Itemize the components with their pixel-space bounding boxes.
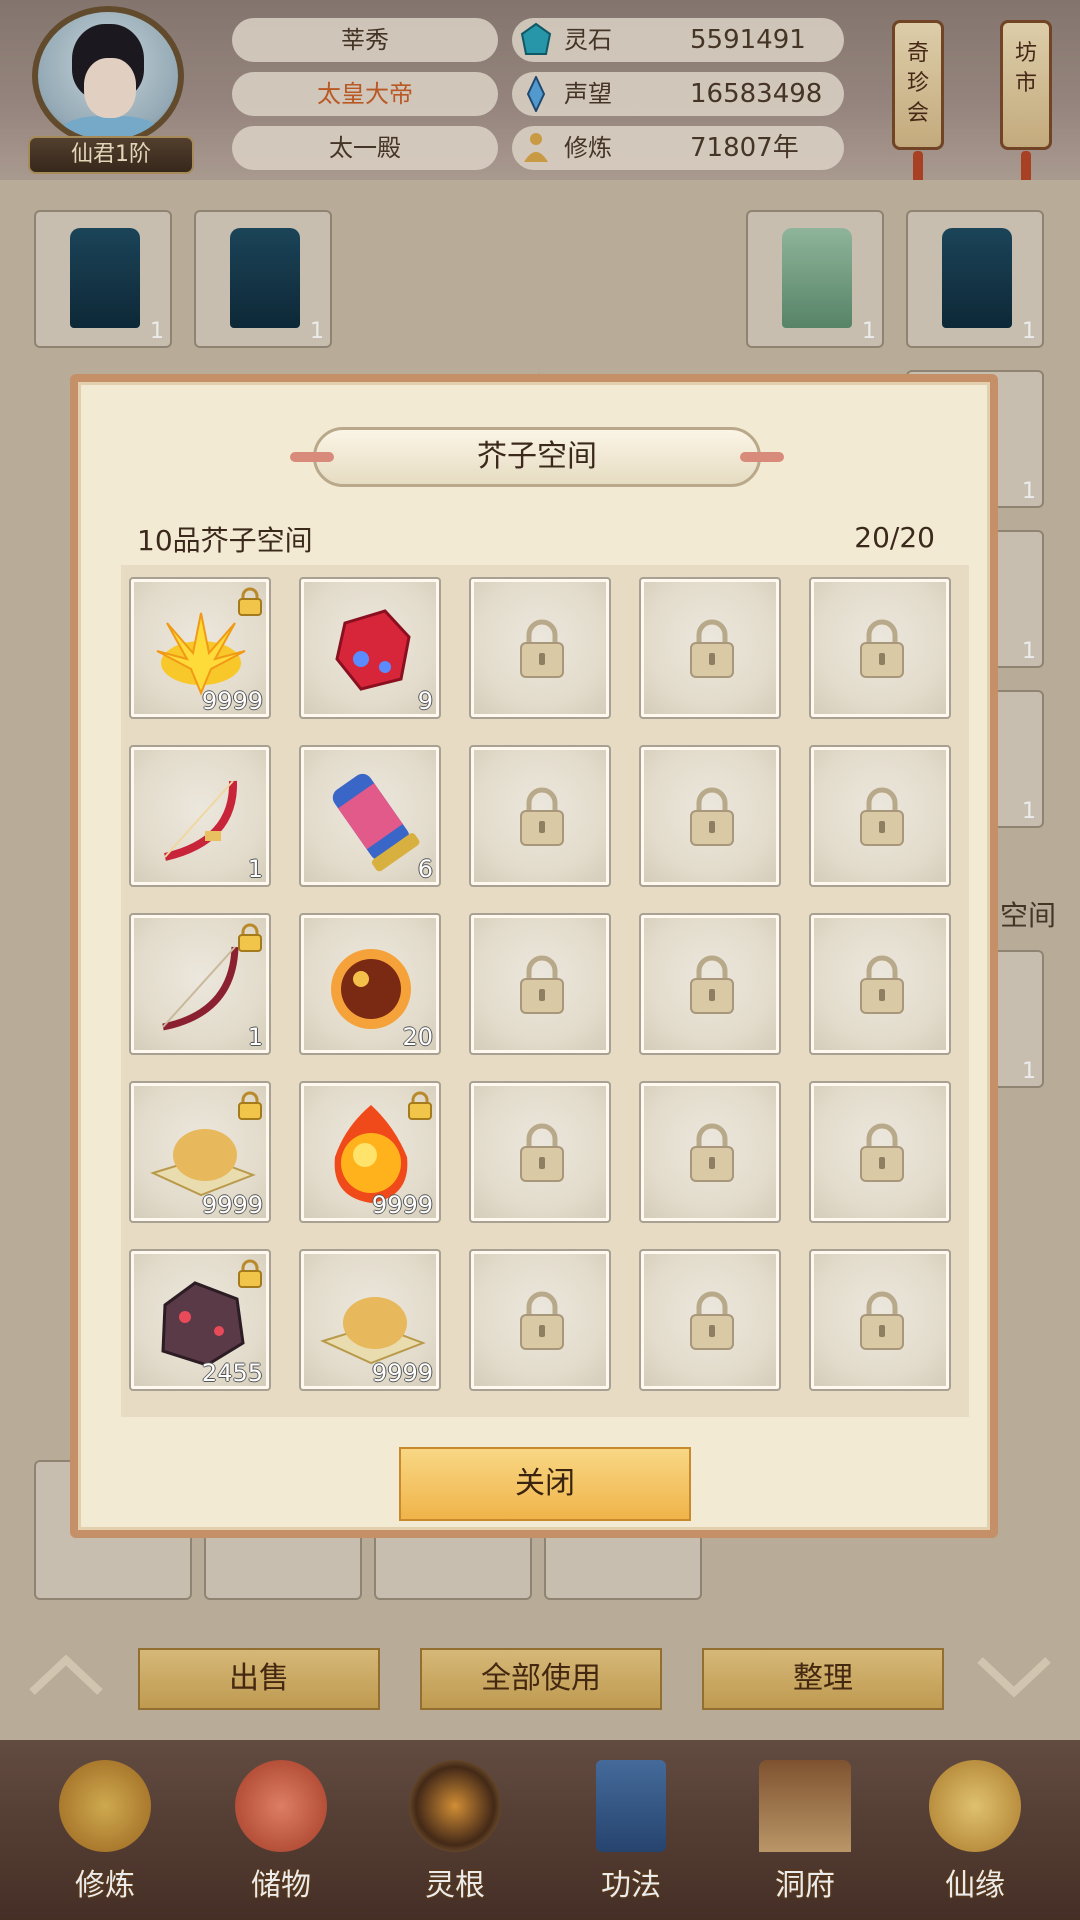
locked-slot[interactable] (639, 577, 781, 719)
item-count: 20 (402, 1023, 433, 1051)
locked-slot[interactable] (469, 1081, 611, 1223)
item-slot[interactable]: 9999 (299, 1081, 441, 1223)
item-slot[interactable]: 9 (299, 577, 441, 719)
item-slot[interactable]: 20 (299, 913, 441, 1055)
bow-icon (164, 780, 238, 861)
close-button[interactable]: 关闭 (399, 1447, 691, 1521)
locked-slot[interactable] (469, 745, 611, 887)
padlock-icon (687, 1291, 737, 1351)
dialog-title: 芥子空间 (477, 439, 597, 474)
padlock-icon (687, 619, 737, 679)
dialog-title-banner: 芥子空间 (290, 427, 784, 487)
padlock-icon (857, 1291, 907, 1351)
locked-slot[interactable] (639, 745, 781, 887)
item-lock-icon (237, 1259, 263, 1289)
item-slot[interactable]: 2455 (129, 1249, 271, 1391)
item-count: 9999 (201, 1191, 263, 1219)
item-slot[interactable]: 9999 (299, 1249, 441, 1391)
red-crystal-icon (335, 609, 411, 691)
padlock-icon (857, 787, 907, 847)
locked-slot[interactable] (809, 1081, 951, 1223)
item-count: 2455 (201, 1359, 263, 1387)
locked-slot[interactable] (639, 913, 781, 1055)
padlock-icon (687, 787, 737, 847)
padlock-icon (517, 787, 567, 847)
scroll-icon (332, 773, 420, 872)
item-slot[interactable]: 1 (129, 913, 271, 1055)
item-lock-icon (237, 1091, 263, 1121)
padlock-icon (517, 619, 567, 679)
item-slot[interactable]: 9999 (129, 1081, 271, 1223)
dialog-body: 芥子空间 10品芥子空间 20/20 关闭 9999 9 1 6 1 20 9999 9999… (78, 382, 990, 1530)
padlock-icon (517, 1291, 567, 1351)
padlock-icon (517, 955, 567, 1015)
space-grade: 10品芥子空间 (137, 524, 313, 557)
item-count: 9999 (371, 1191, 433, 1219)
padlock-icon (517, 1123, 567, 1183)
locked-slot[interactable] (639, 1249, 781, 1391)
item-count: 9999 (371, 1359, 433, 1387)
item-slot[interactable]: 1 (129, 745, 271, 887)
item-count: 1 (247, 855, 263, 883)
mustard-space-dialog: 芥子空间 10品芥子空间 20/20 关闭 9999 9 1 6 1 20 9999 9999… (70, 374, 998, 1538)
item-lock-icon (407, 1091, 433, 1121)
padlock-icon (687, 1123, 737, 1183)
locked-slot[interactable] (469, 577, 611, 719)
item-slot[interactable]: 6 (299, 745, 441, 887)
locked-slot[interactable] (469, 1249, 611, 1391)
locked-slot[interactable] (809, 913, 951, 1055)
padlock-icon (857, 955, 907, 1015)
item-count: 9999 (201, 687, 263, 715)
locked-slot[interactable] (469, 913, 611, 1055)
locked-slot[interactable] (639, 1081, 781, 1223)
padlock-icon (687, 955, 737, 1015)
locked-slot[interactable] (809, 1249, 951, 1391)
item-count: 1 (247, 1023, 263, 1051)
space-capacity: 20/20 (854, 521, 935, 554)
locked-slot[interactable] (809, 577, 951, 719)
item-count: 6 (417, 855, 433, 883)
item-count: 9 (417, 687, 433, 715)
item-lock-icon (237, 587, 263, 617)
padlock-icon (857, 1123, 907, 1183)
item-lock-icon (237, 923, 263, 953)
locked-slot[interactable] (809, 745, 951, 887)
padlock-icon (857, 619, 907, 679)
item-slot[interactable]: 9999 (129, 577, 271, 719)
